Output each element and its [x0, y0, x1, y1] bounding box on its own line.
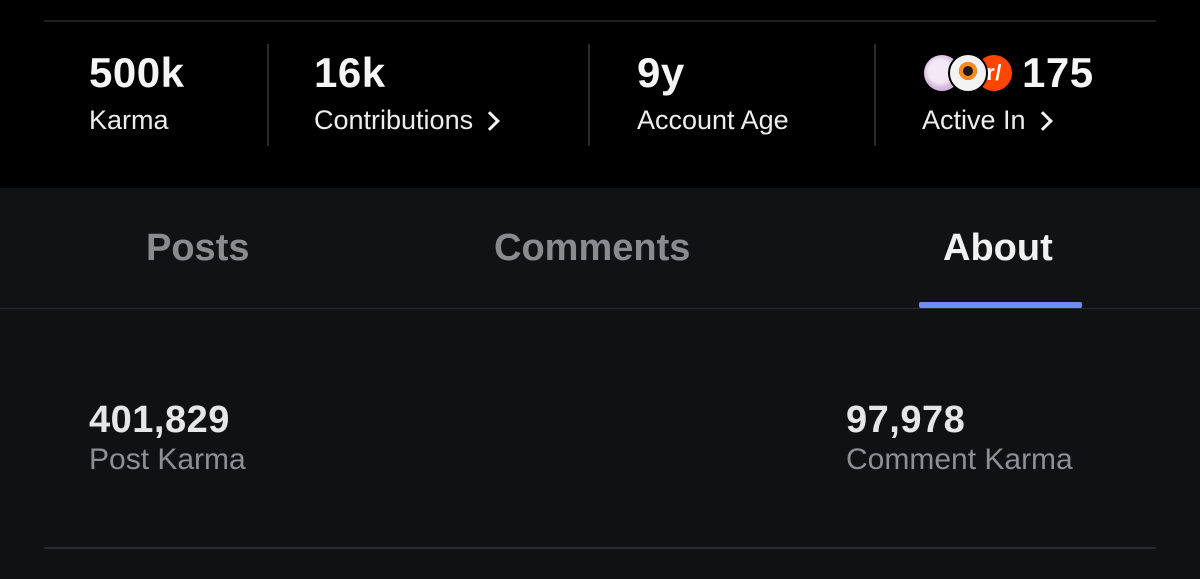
chevron-right-icon — [480, 111, 500, 131]
account-age-value: 9y — [637, 49, 685, 96]
stat-contributions[interactable]: 16k Contributions — [314, 49, 500, 135]
comment-karma-value: 97,978 — [846, 399, 966, 441]
active-in-label: Active In — [922, 105, 1026, 135]
comment-karma-label: Comment Karma — [846, 443, 1073, 476]
active-in-link[interactable]: Active In — [922, 105, 1094, 135]
stat-account-age: 9y Account Age — [637, 49, 789, 136]
profile-page: 500k Karma 16k Contributions 9y Account … — [0, 0, 1200, 579]
divider — [44, 547, 1156, 549]
post-karma-label: Post Karma — [89, 443, 246, 476]
post-karma-block: 401,829 Post Karma — [89, 399, 246, 477]
community-avatars: r/ — [922, 53, 1014, 93]
stat-separator — [588, 44, 590, 146]
stat-separator — [267, 44, 269, 146]
post-karma-value: 401,829 — [89, 399, 230, 441]
stat-active-in[interactable]: r/ 175 Active In — [922, 50, 1094, 135]
divider — [44, 20, 1156, 22]
tab-comments[interactable]: Comments — [494, 226, 690, 270]
stat-separator — [874, 44, 876, 146]
community-avatar-icon — [948, 53, 988, 93]
karma-value: 500k — [89, 49, 185, 96]
stat-karma: 500k Karma — [89, 49, 185, 136]
karma-label: Karma — [89, 105, 169, 135]
tab-about[interactable]: About — [943, 226, 1053, 270]
contributions-value: 16k — [314, 49, 386, 96]
account-age-label: Account Age — [637, 105, 789, 135]
chevron-right-icon — [1032, 111, 1053, 131]
comment-karma-block: 97,978 Comment Karma — [846, 399, 1073, 477]
tab-posts[interactable]: Posts — [146, 226, 249, 270]
profile-stats-bar: 500k Karma 16k Contributions 9y Account … — [0, 0, 1200, 188]
active-in-row: r/ 175 — [922, 50, 1094, 96]
contributions-link[interactable]: Contributions — [314, 105, 500, 135]
active-in-value: 175 — [1022, 49, 1094, 96]
profile-tab-bar: Posts Comments About — [0, 188, 1200, 308]
about-section: 401,829 Post Karma 97,978 Comment Karma — [0, 309, 1200, 579]
contributions-label: Contributions — [314, 105, 474, 135]
